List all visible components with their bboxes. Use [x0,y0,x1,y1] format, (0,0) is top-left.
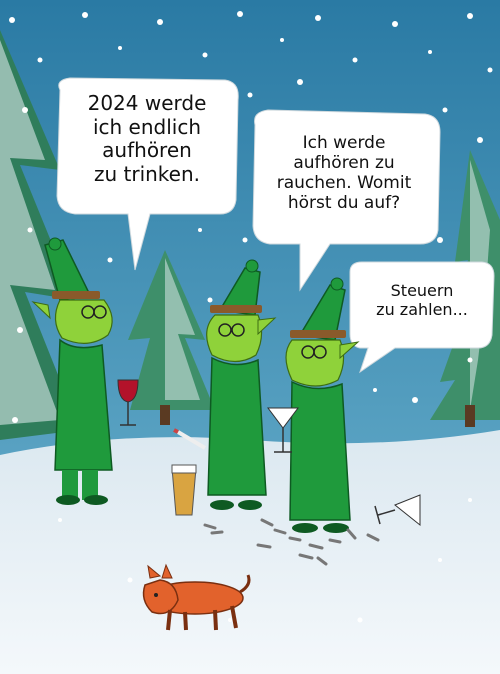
cartoon-scene: 2024 werde ich endlich aufhören zu trink… [0,0,500,674]
speech-text-right-elf: Steuern zu zahlen... [376,281,468,319]
speech-text-middle-elf: Ich werde aufhören zu rauchen. Womit hör… [276,133,412,214]
beer-glass [171,464,197,516]
speech-text-left-elf: 2024 werde ich endlich aufhören zu trink… [87,91,207,186]
